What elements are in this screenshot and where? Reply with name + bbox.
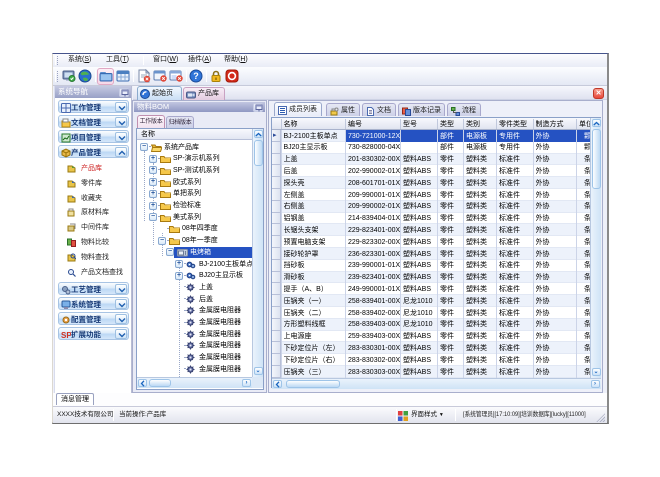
svg-text:SP: SP: [61, 331, 71, 340]
svg-text:?: ?: [193, 71, 199, 81]
